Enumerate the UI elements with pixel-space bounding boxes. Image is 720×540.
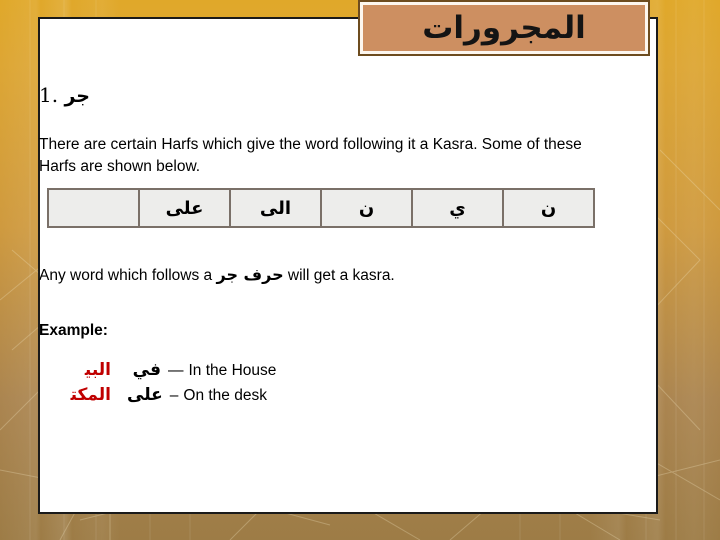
- list-item: ﺍﻟﻤﻜﺘ ﻋﻠﻰ – On the desk: [39, 385, 579, 410]
- section-heading: 1. ﺟﺮ: [39, 83, 90, 107]
- rule-arabic-term: ﺣﺮﻑ ﺟﺮ: [216, 265, 284, 284]
- example-list: ﺍﻟﺒﻴ ﻓﻲ — In the House ﺍﻟﻤﻜﺘ ﻋﻠﻰ – On th…: [39, 360, 579, 410]
- example-2-gloss: On the desk: [183, 387, 267, 404]
- harf-cell-6-text: ﻥ: [540, 197, 557, 219]
- example-1-word: ﺍﻟﺒﻴ: [84, 360, 111, 380]
- harf-cell-5-text: ﻱ: [449, 197, 466, 219]
- rule-sentence: Any word which follows a ﺣﺮﻑ ﺟﺮ will get…: [39, 265, 395, 285]
- slide-title: ﺍﻟﻤﺠﺮﻭﺭﺍﺕ: [422, 9, 586, 46]
- harf-cell-4: ﻥ: [320, 188, 413, 228]
- harf-cell-3: ﺍﻟﻰ: [229, 188, 322, 228]
- harf-cell-5: ﻱ: [411, 188, 504, 228]
- harf-cell-2: ﻋﻠﻰ: [138, 188, 231, 228]
- example-2-word: ﺍﻟﻤﻜﺘ: [70, 385, 111, 405]
- harf-cell-6: ﻥ: [502, 188, 595, 228]
- example-2-separator: –: [169, 387, 179, 404]
- example-label: Example:: [39, 322, 108, 339]
- list-item: ﺍﻟﺒﻴ ﻓﻲ — In the House: [39, 360, 579, 385]
- rule-suffix: will get a kasra.: [287, 267, 395, 284]
- harf-cell-2-text: ﻋﻠﻰ: [165, 197, 204, 219]
- harf-cell-4-text: ﻥ: [358, 197, 375, 219]
- section-heading-number: 1.: [39, 83, 59, 107]
- table-row: ﻋﻠﻰ ﺍﻟﻰ ﻥ ﻱ ﻥ: [47, 188, 595, 228]
- harf-table: ﻋﻠﻰ ﺍﻟﻰ ﻥ ﻱ ﻥ: [47, 188, 595, 228]
- rule-prefix: Any word which follows a: [39, 267, 213, 284]
- harf-cell-1: [47, 188, 140, 228]
- example-1-harf: ﻓﻲ: [132, 360, 161, 380]
- slide-canvas: ﺍﻟﻤﺠﺮﻭﺭﺍﺕ 1. ﺟﺮ There are certain Harfs …: [0, 0, 720, 540]
- slide-title-plate: ﺍﻟﻤﺠﺮﻭﺭﺍﺕ: [358, 0, 650, 56]
- example-2-harf: ﻋﻠﻰ: [127, 385, 163, 405]
- intro-paragraph: There are certain Harfs which give the w…: [39, 136, 582, 176]
- harf-cell-3-text: ﺍﻟﻰ: [259, 197, 292, 219]
- section-heading-arabic: ﺟﺮ: [64, 85, 90, 107]
- example-1-gloss: In the House: [188, 362, 277, 379]
- example-1-separator: —: [168, 362, 184, 379]
